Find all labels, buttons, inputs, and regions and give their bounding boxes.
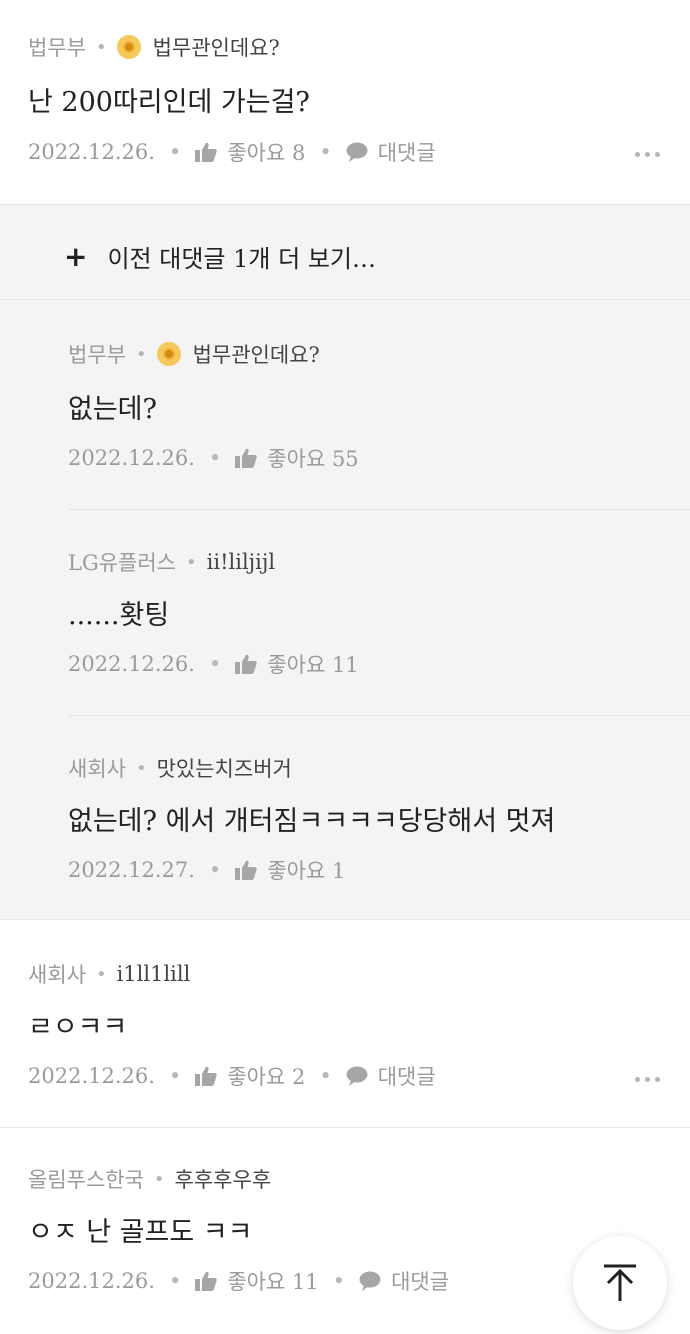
- comment-thread-page: 법무부 • 법무관인데요? 난 200따리인데 가는걸? 2022.12.26.…: [0, 0, 690, 1334]
- comment-author-row: 법무부 • 법무관인데요?: [28, 32, 280, 62]
- reply-text: 없는데? 에서 개터짐ㅋㅋㅋㅋ당당해서 멋져: [68, 806, 556, 837]
- thumbs-up-icon[interactable]: [235, 448, 257, 468]
- comment-footer: 2022.12.26. • 좋아요 11 • 대댓글: [28, 1266, 449, 1296]
- separator-dot: •: [168, 1064, 182, 1088]
- thumbs-up-icon[interactable]: [195, 1066, 217, 1086]
- separator-dot: •: [95, 36, 107, 58]
- load-previous-replies-button[interactable]: + 이전 대댓글 1개 더 보기…: [64, 239, 376, 274]
- separator-dot: •: [332, 1269, 346, 1293]
- reply-text: 없는데?: [68, 394, 157, 425]
- comment-date: 2022.12.26.: [28, 140, 155, 164]
- load-more-label: 이전 대댓글 1개 더 보기…: [107, 245, 376, 273]
- separator-dot: •: [95, 963, 107, 985]
- separator-dot: •: [168, 140, 182, 164]
- separator-dot: •: [135, 343, 147, 365]
- nickname-label[interactable]: 후후후우후: [175, 1164, 272, 1194]
- thumbs-up-icon[interactable]: [235, 860, 257, 880]
- reply-button[interactable]: 대댓글: [391, 1266, 449, 1296]
- comment-author-row: 새회사 • i1ll1lill: [28, 959, 190, 989]
- arrow-up-icon: [604, 1264, 636, 1301]
- reply-date: 2022.12.26.: [68, 446, 195, 470]
- company-label[interactable]: 법무부: [68, 339, 126, 369]
- reply-footer: 2022.12.26. • 좋아요 11: [68, 649, 359, 679]
- reply-author-row: LG유플러스 • ii!liljijl: [68, 547, 275, 577]
- nickname-label[interactable]: 법무관인데요?: [153, 32, 280, 62]
- speech-bubble-icon[interactable]: [359, 1271, 381, 1291]
- replies-section: + 이전 대댓글 1개 더 보기… 법무부 • 법무관인데요? 없는데? 202…: [0, 204, 690, 920]
- comment-author-row: 올림푸스한국 • 후후후우후: [28, 1164, 271, 1194]
- comment-text: ㅇㅈ 난 골프도 ㅋㅋ: [28, 1217, 253, 1248]
- more-dots-icon[interactable]: [635, 1077, 660, 1082]
- separator-dot: •: [153, 1168, 165, 1190]
- reply-date: 2022.12.26.: [68, 652, 195, 676]
- comment-footer: 2022.12.26. • 좋아요 8 • 대댓글: [28, 137, 436, 167]
- comment-footer: 2022.12.26. • 좋아요 2 • 대댓글: [28, 1061, 436, 1091]
- more-dots-icon[interactable]: [635, 152, 660, 157]
- comment-item: 법무부 • 법무관인데요? 난 200따리인데 가는걸? 2022.12.26.…: [0, 0, 690, 204]
- reply-footer: 2022.12.26. • 좋아요 55: [68, 443, 359, 473]
- comment-date: 2022.12.26.: [28, 1064, 155, 1088]
- verified-badge-icon: [116, 35, 141, 59]
- nickname-label[interactable]: ii!liljijl: [207, 550, 275, 574]
- plus-icon: +: [64, 240, 88, 273]
- company-label[interactable]: LG유플러스: [68, 547, 176, 577]
- separator-dot: •: [135, 757, 147, 779]
- company-label[interactable]: 새회사: [68, 753, 126, 783]
- comment-item: 새회사 • i1ll1lill ㄹㅇㅋㅋ 2022.12.26. • 좋아요 2…: [0, 921, 690, 1127]
- separator-dot: •: [208, 858, 222, 882]
- company-label[interactable]: 법무부: [28, 32, 86, 62]
- separator-dot: •: [319, 1064, 332, 1088]
- comment-text: ㄹㅇㅋㅋ: [28, 1012, 128, 1043]
- separator-dot: •: [319, 140, 332, 164]
- like-button[interactable]: 좋아요 55: [267, 443, 358, 473]
- reply-button[interactable]: 대댓글: [378, 1061, 436, 1091]
- thumbs-up-icon[interactable]: [195, 1271, 217, 1291]
- separator-dot: •: [186, 551, 197, 573]
- nickname-label[interactable]: i1ll1lill: [117, 962, 191, 986]
- divider: [0, 299, 690, 300]
- separator-dot: •: [208, 446, 222, 470]
- company-label[interactable]: 올림푸스한국: [28, 1164, 144, 1194]
- verified-badge-icon: [156, 342, 181, 366]
- like-button[interactable]: 좋아요 8: [227, 137, 305, 167]
- reply-text: ......홧팅: [68, 600, 170, 631]
- speech-bubble-icon[interactable]: [346, 142, 368, 162]
- reply-author-row: 새회사 • 맛있는치즈버거: [68, 753, 292, 783]
- nickname-label[interactable]: 맛있는치즈버거: [157, 753, 292, 783]
- company-label[interactable]: 새회사: [28, 959, 86, 989]
- reply-author-row: 법무부 • 법무관인데요?: [68, 339, 320, 369]
- like-button[interactable]: 좋아요 11: [227, 1266, 318, 1296]
- reply-footer: 2022.12.27. • 좋아요 1: [68, 855, 345, 885]
- like-button[interactable]: 좋아요 11: [267, 649, 358, 679]
- divider: [68, 715, 690, 716]
- like-button[interactable]: 좋아요 1: [267, 855, 345, 885]
- separator-dot: •: [208, 652, 222, 676]
- like-button[interactable]: 좋아요 2: [227, 1061, 305, 1091]
- thumbs-up-icon[interactable]: [235, 654, 257, 674]
- reply-date: 2022.12.27.: [68, 858, 195, 882]
- divider: [68, 509, 690, 510]
- scroll-top-button[interactable]: [573, 1236, 667, 1330]
- speech-bubble-icon[interactable]: [346, 1066, 368, 1086]
- thumbs-up-icon[interactable]: [195, 142, 217, 162]
- comment-text: 난 200따리인데 가는걸?: [28, 87, 310, 118]
- nickname-label[interactable]: 법무관인데요?: [193, 339, 320, 369]
- separator-dot: •: [168, 1269, 182, 1293]
- comment-date: 2022.12.26.: [28, 1269, 155, 1293]
- reply-button[interactable]: 대댓글: [378, 137, 436, 167]
